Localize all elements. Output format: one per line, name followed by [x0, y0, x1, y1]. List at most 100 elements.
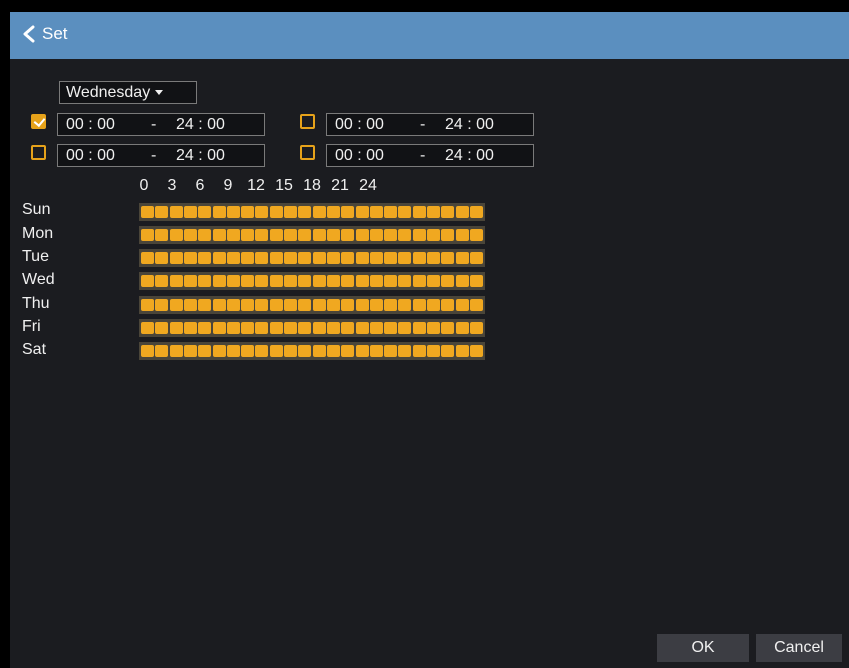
schedule-hour-cell[interactable] — [255, 345, 269, 357]
schedule-hour-cell[interactable] — [183, 322, 197, 334]
schedule-hour-cell[interactable] — [169, 275, 183, 287]
schedule-row-mon[interactable] — [139, 226, 485, 244]
schedule-hour-cell[interactable] — [455, 275, 469, 287]
schedule-hour-cell[interactable] — [412, 252, 426, 264]
schedule-hour-cell[interactable] — [341, 252, 355, 264]
schedule-hour-cell[interactable] — [284, 345, 297, 357]
schedule-hour-cell[interactable] — [141, 345, 154, 357]
schedule-row-tue[interactable] — [139, 249, 485, 267]
schedule-hour-cell[interactable] — [141, 206, 154, 218]
schedule-hour-cell[interactable] — [427, 322, 440, 334]
schedule-hour-cell[interactable] — [255, 206, 269, 218]
schedule-hour-cell[interactable] — [169, 299, 183, 311]
schedule-hour-cell[interactable] — [183, 345, 197, 357]
schedule-hour-cell[interactable] — [226, 322, 240, 334]
schedule-hour-cell[interactable] — [298, 322, 312, 334]
schedule-row-sun[interactable] — [139, 203, 485, 221]
schedule-hour-cell[interactable] — [312, 252, 326, 264]
schedule-hour-cell[interactable] — [469, 322, 483, 334]
schedule-hour-cell[interactable] — [355, 299, 369, 311]
schedule-hour-cell[interactable] — [369, 322, 383, 334]
schedule-hour-cell[interactable] — [198, 299, 212, 311]
schedule-hour-cell[interactable] — [298, 252, 312, 264]
schedule-hour-cell[interactable] — [469, 299, 483, 311]
schedule-hour-cell[interactable] — [455, 345, 469, 357]
schedule-hour-cell[interactable] — [298, 299, 312, 311]
schedule-hour-cell[interactable] — [384, 206, 398, 218]
schedule-hour-cell[interactable] — [198, 345, 212, 357]
schedule-hour-cell[interactable] — [226, 229, 240, 241]
period-2-checkbox[interactable] — [300, 114, 315, 129]
schedule-hour-cell[interactable] — [326, 252, 340, 264]
schedule-hour-cell[interactable] — [284, 275, 297, 287]
schedule-hour-cell[interactable] — [326, 275, 340, 287]
schedule-hour-cell[interactable] — [241, 345, 255, 357]
schedule-hour-cell[interactable] — [155, 229, 169, 241]
day-select[interactable]: Wednesday — [59, 81, 197, 104]
schedule-hour-cell[interactable] — [212, 229, 226, 241]
schedule-hour-cell[interactable] — [355, 345, 369, 357]
schedule-hour-cell[interactable] — [183, 229, 197, 241]
schedule-hour-cell[interactable] — [441, 345, 455, 357]
schedule-hour-cell[interactable] — [469, 275, 483, 287]
schedule-hour-cell[interactable] — [226, 345, 240, 357]
schedule-hour-cell[interactable] — [398, 299, 412, 311]
schedule-hour-cell[interactable] — [298, 275, 312, 287]
schedule-hour-cell[interactable] — [369, 299, 383, 311]
schedule-hour-cell[interactable] — [427, 345, 440, 357]
schedule-hour-cell[interactable] — [355, 206, 369, 218]
schedule-hour-cell[interactable] — [155, 252, 169, 264]
schedule-hour-cell[interactable] — [198, 229, 212, 241]
schedule-hour-cell[interactable] — [412, 322, 426, 334]
schedule-hour-cell[interactable] — [255, 252, 269, 264]
period-1-time-field[interactable]: 00 : 00 - 24 : 00 — [57, 113, 265, 136]
schedule-hour-cell[interactable] — [398, 322, 412, 334]
schedule-hour-cell[interactable] — [269, 252, 283, 264]
schedule-hour-cell[interactable] — [284, 299, 297, 311]
schedule-hour-cell[interactable] — [155, 275, 169, 287]
period-3-checkbox[interactable] — [31, 145, 46, 160]
schedule-hour-cell[interactable] — [284, 206, 297, 218]
schedule-hour-cell[interactable] — [341, 275, 355, 287]
schedule-hour-cell[interactable] — [183, 275, 197, 287]
back-button[interactable]: Set — [22, 20, 72, 48]
schedule-hour-cell[interactable] — [212, 345, 226, 357]
schedule-hour-cell[interactable] — [369, 275, 383, 287]
schedule-hour-cell[interactable] — [384, 322, 398, 334]
schedule-hour-cell[interactable] — [226, 252, 240, 264]
schedule-hour-cell[interactable] — [269, 322, 283, 334]
schedule-hour-cell[interactable] — [155, 322, 169, 334]
schedule-hour-cell[interactable] — [226, 299, 240, 311]
period-4-time-field[interactable]: 00 : 00 - 24 : 00 — [326, 144, 534, 167]
schedule-hour-cell[interactable] — [312, 299, 326, 311]
schedule-hour-cell[interactable] — [198, 206, 212, 218]
period-2-time-field[interactable]: 00 : 00 - 24 : 00 — [326, 113, 534, 136]
schedule-hour-cell[interactable] — [183, 299, 197, 311]
schedule-hour-cell[interactable] — [398, 275, 412, 287]
schedule-hour-cell[interactable] — [284, 322, 297, 334]
schedule-hour-cell[interactable] — [355, 252, 369, 264]
schedule-hour-cell[interactable] — [355, 322, 369, 334]
schedule-hour-cell[interactable] — [398, 229, 412, 241]
schedule-hour-cell[interactable] — [326, 299, 340, 311]
schedule-row-thu[interactable] — [139, 296, 485, 314]
schedule-hour-cell[interactable] — [341, 206, 355, 218]
schedule-hour-cell[interactable] — [455, 252, 469, 264]
schedule-hour-cell[interactable] — [183, 206, 197, 218]
schedule-hour-cell[interactable] — [441, 229, 455, 241]
schedule-hour-cell[interactable] — [269, 229, 283, 241]
schedule-hour-cell[interactable] — [312, 322, 326, 334]
schedule-hour-cell[interactable] — [212, 252, 226, 264]
schedule-hour-cell[interactable] — [155, 206, 169, 218]
schedule-hour-cell[interactable] — [298, 229, 312, 241]
schedule-hour-cell[interactable] — [141, 322, 154, 334]
schedule-hour-cell[interactable] — [341, 345, 355, 357]
schedule-hour-cell[interactable] — [212, 322, 226, 334]
schedule-hour-cell[interactable] — [427, 229, 440, 241]
schedule-hour-cell[interactable] — [326, 229, 340, 241]
schedule-hour-cell[interactable] — [198, 252, 212, 264]
schedule-hour-cell[interactable] — [341, 229, 355, 241]
schedule-hour-cell[interactable] — [298, 345, 312, 357]
schedule-hour-cell[interactable] — [412, 206, 426, 218]
schedule-hour-cell[interactable] — [226, 206, 240, 218]
